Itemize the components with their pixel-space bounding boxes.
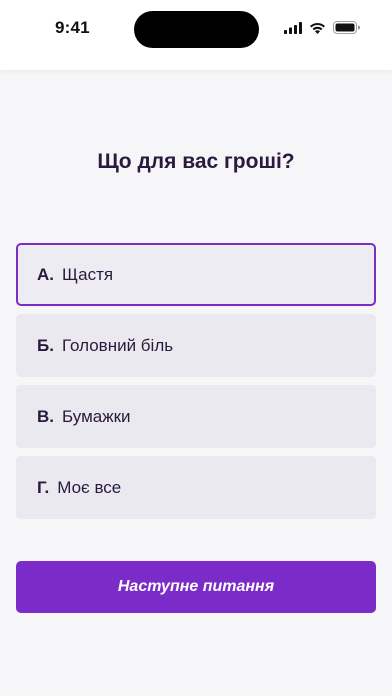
status-bar: 9:41 (0, 0, 392, 70)
answer-letter: Г. (37, 477, 50, 497)
answer-letter: В. (37, 406, 54, 426)
answer-option-b[interactable]: Б. Головний біль (16, 314, 376, 377)
answer-text: Бумажки (62, 406, 131, 426)
answer-text: Щастя (62, 264, 114, 284)
answer-option-h[interactable]: Г. Моє все (16, 456, 376, 519)
answer-letter: А. (37, 264, 54, 284)
status-time: 9:41 (55, 18, 90, 37)
dynamic-island (134, 11, 259, 48)
answer-text: Моє все (57, 477, 122, 497)
wifi-icon (309, 22, 326, 34)
battery-icon (333, 21, 360, 34)
answer-text: Головний біль (61, 335, 174, 355)
cellular-signal-icon (284, 21, 302, 34)
question-title: Що для вас гроші? (97, 150, 295, 173)
next-question-button[interactable]: Наступне питання (16, 561, 376, 613)
answer-option-v[interactable]: В. Бумажки (16, 385, 376, 448)
status-icons (284, 21, 360, 34)
answer-list: А. Щастя Б. Головний біль В. Бумажки Г. … (16, 243, 376, 527)
answer-letter: Б. (37, 335, 54, 355)
answer-option-a[interactable]: А. Щастя (16, 243, 376, 306)
